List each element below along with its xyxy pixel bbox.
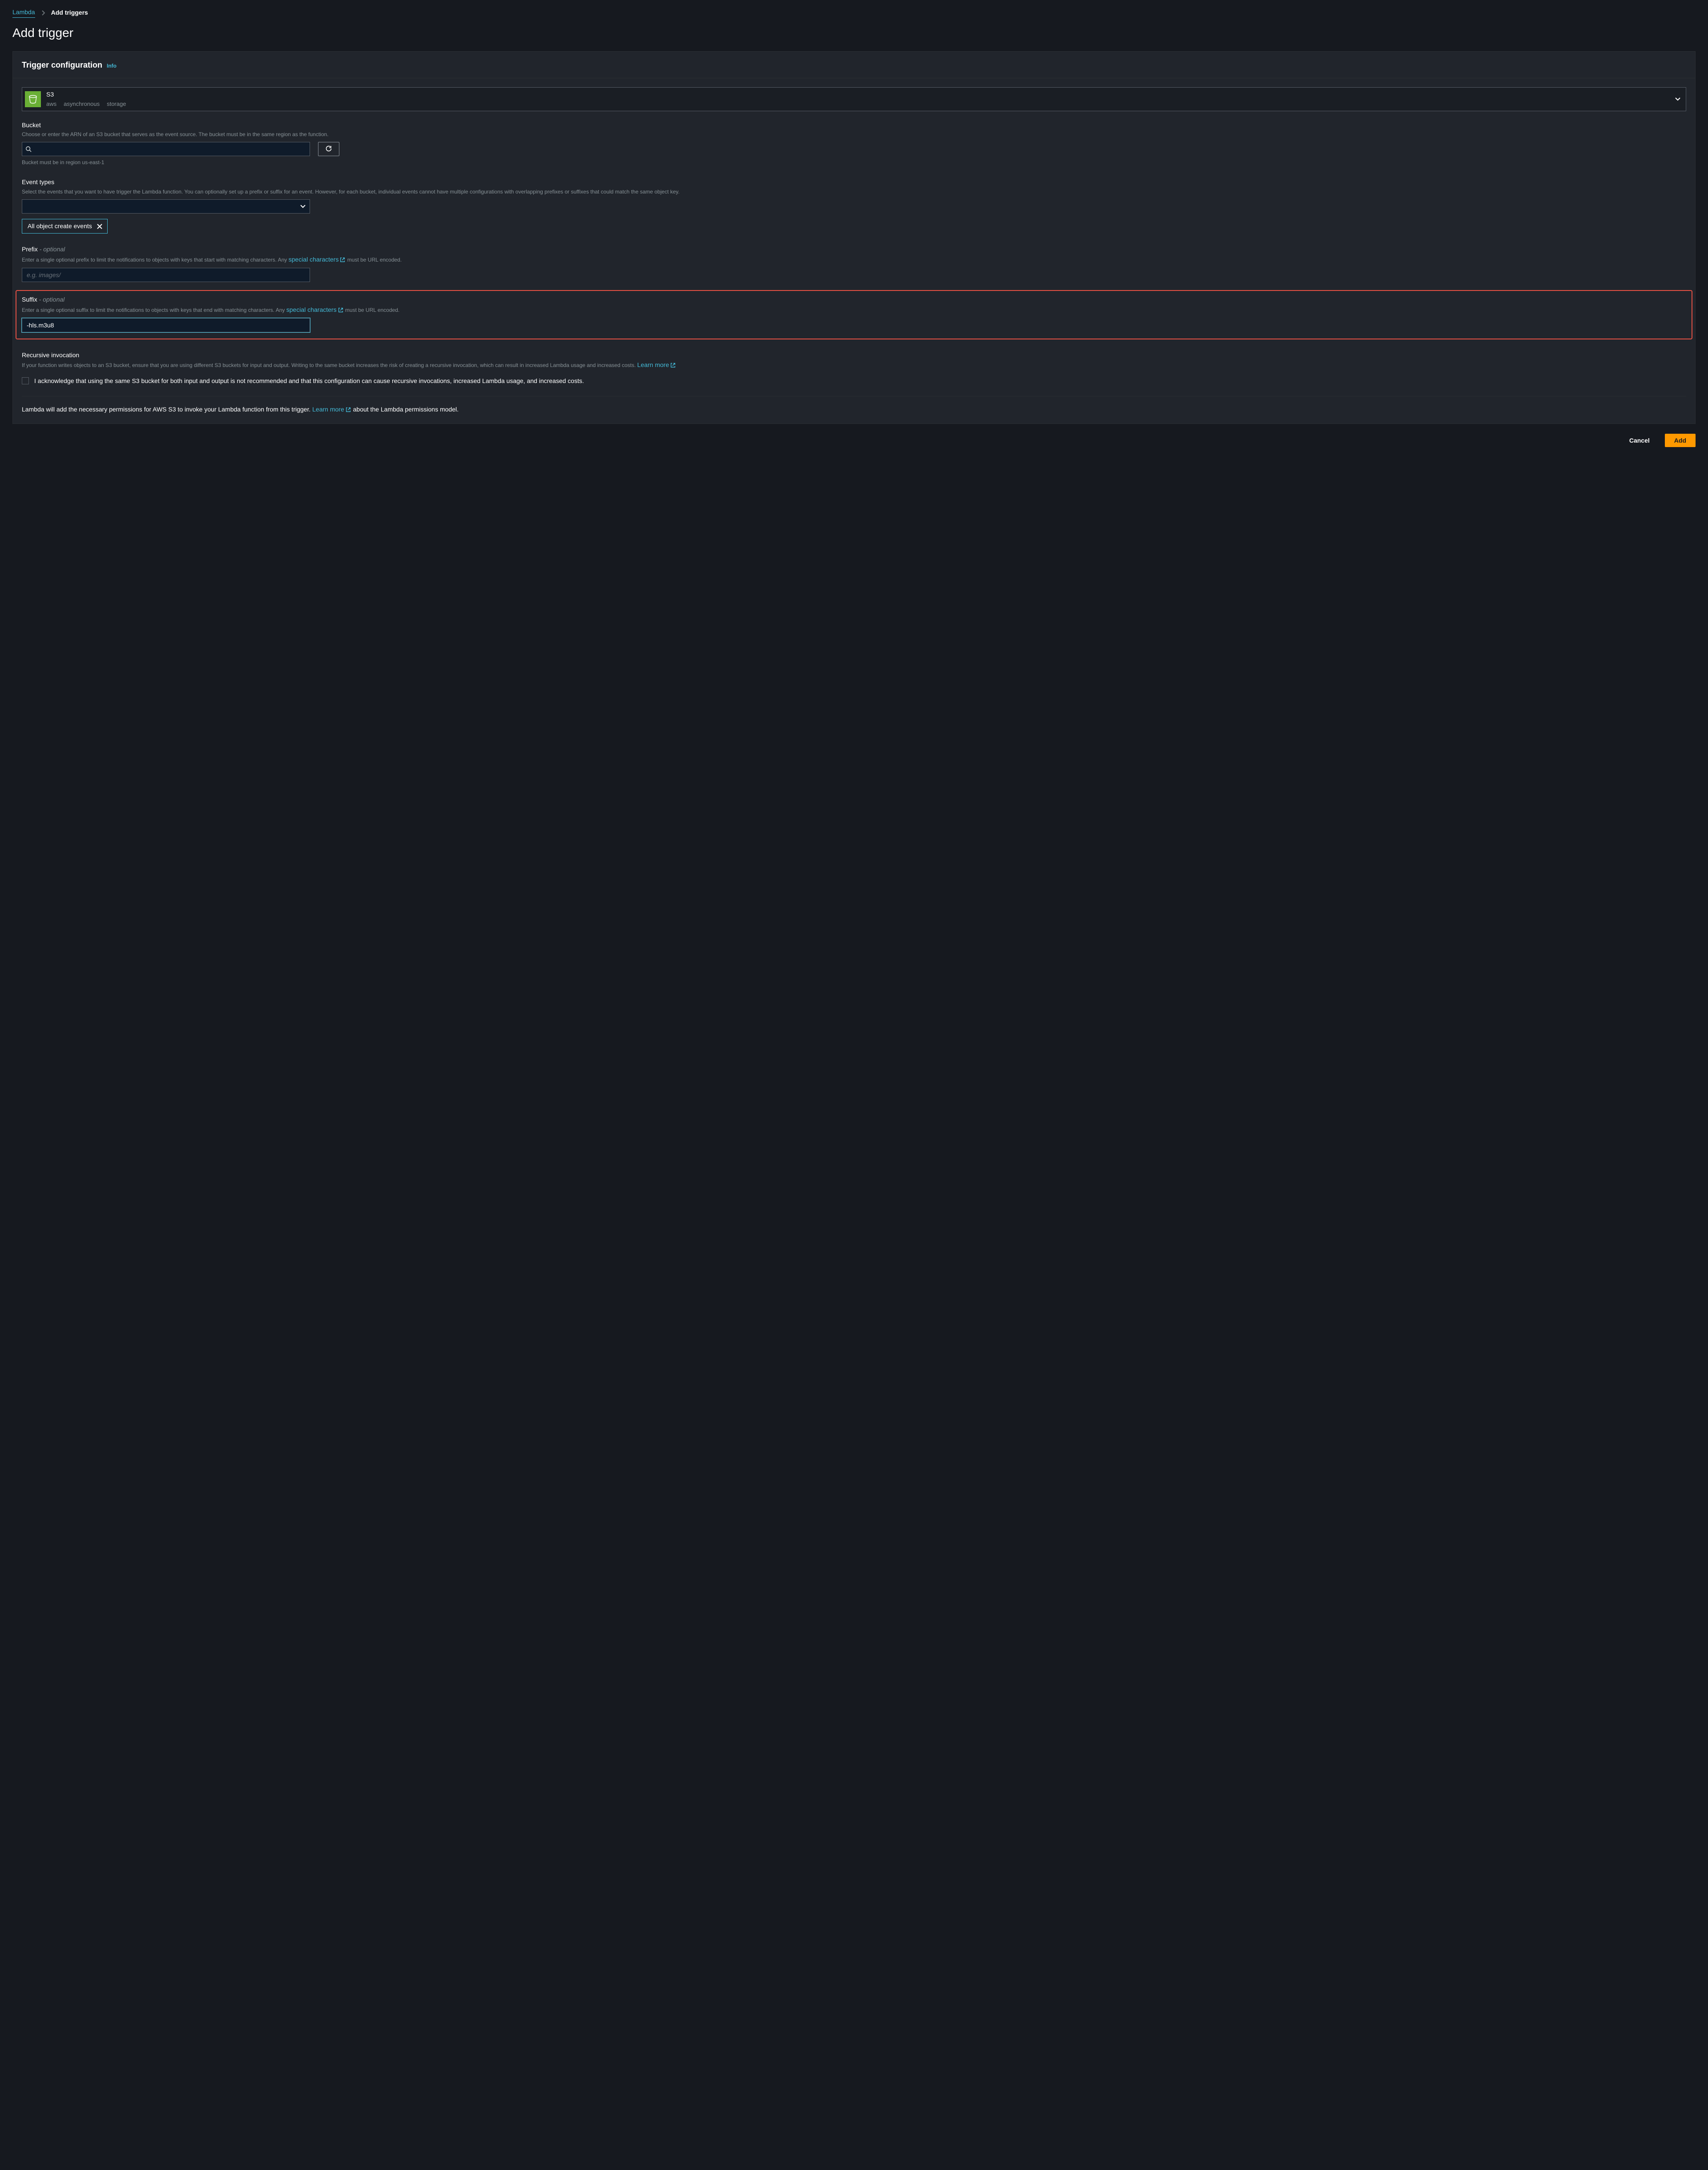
event-types-group: Event types Select the events that you w… <box>22 178 1686 234</box>
suffix-description: Enter a single optional suffix to limit … <box>22 305 1686 315</box>
prefix-group: Prefix - optional Enter a single optiona… <box>22 245 1686 282</box>
acknowledge-label: I acknowledge that using the same S3 buc… <box>34 376 584 386</box>
info-link[interactable]: Info <box>107 62 117 70</box>
special-characters-link[interactable]: special characters <box>289 256 346 263</box>
bucket-input[interactable] <box>22 142 310 156</box>
acknowledge-checkbox[interactable] <box>22 377 29 384</box>
recursive-label: Recursive invocation <box>22 351 1686 360</box>
learn-more-link[interactable]: Learn more <box>637 361 677 368</box>
panel-title: Trigger configuration <box>22 60 102 71</box>
bucket-group: Bucket Choose or enter the ARN of an S3 … <box>22 121 1686 166</box>
external-link-icon <box>338 307 344 313</box>
bucket-hint: Bucket must be in region us-east-1 <box>22 159 1686 166</box>
external-link-icon <box>339 257 346 263</box>
source-tag: storage <box>107 100 126 108</box>
event-types-label: Event types <box>22 178 1686 187</box>
add-button[interactable]: Add <box>1665 434 1696 447</box>
bucket-description: Choose or enter the ARN of an S3 bucket … <box>22 130 1686 138</box>
event-types-description: Select the events that you want to have … <box>22 188 1686 196</box>
recursive-description: If your function writes objects to an S3… <box>22 360 1686 370</box>
refresh-icon <box>325 145 332 153</box>
event-types-select[interactable] <box>22 199 310 214</box>
footer-actions: Cancel Add <box>12 434 1696 447</box>
remove-chip-icon[interactable] <box>97 223 103 230</box>
special-characters-link[interactable]: special characters <box>286 306 344 313</box>
external-link-icon <box>345 407 351 413</box>
source-tag: asynchronous <box>64 100 100 108</box>
suffix-label: Suffix - optional <box>22 295 1686 304</box>
suffix-input[interactable] <box>22 318 310 332</box>
page-title: Add trigger <box>12 24 1696 41</box>
refresh-button[interactable] <box>318 142 339 156</box>
bucket-label: Bucket <box>22 121 1686 130</box>
permissions-note: Lambda will add the necessary permission… <box>22 404 1686 415</box>
source-title: S3 <box>46 90 1670 99</box>
recursive-group: Recursive invocation If your function wr… <box>22 351 1686 386</box>
prefix-description: Enter a single optional prefix to limit … <box>22 255 1686 264</box>
s3-bucket-icon <box>25 91 41 107</box>
suffix-highlight: Suffix - optional Enter a single optiona… <box>16 290 1692 339</box>
prefix-label: Prefix - optional <box>22 245 1686 254</box>
source-tag: aws <box>46 100 56 108</box>
prefix-input[interactable] <box>22 268 310 282</box>
cancel-button[interactable]: Cancel <box>1620 434 1659 447</box>
chevron-right-icon <box>41 10 45 16</box>
chip-label: All object create events <box>28 222 92 231</box>
breadcrumb-root-link[interactable]: Lambda <box>12 8 35 18</box>
breadcrumb: Lambda Add triggers <box>12 8 1696 18</box>
external-link-icon <box>670 362 676 368</box>
event-type-chip: All object create events <box>22 219 108 234</box>
learn-more-permissions-link[interactable]: Learn more <box>312 406 351 413</box>
panel-header: Trigger configuration Info <box>13 52 1695 78</box>
trigger-config-panel: Trigger configuration Info S3 aws asynch… <box>12 51 1696 424</box>
trigger-source-select[interactable]: S3 aws asynchronous storage <box>22 87 1686 111</box>
breadcrumb-current: Add triggers <box>51 8 88 17</box>
search-icon <box>25 146 32 152</box>
caret-down-icon <box>1675 95 1680 104</box>
